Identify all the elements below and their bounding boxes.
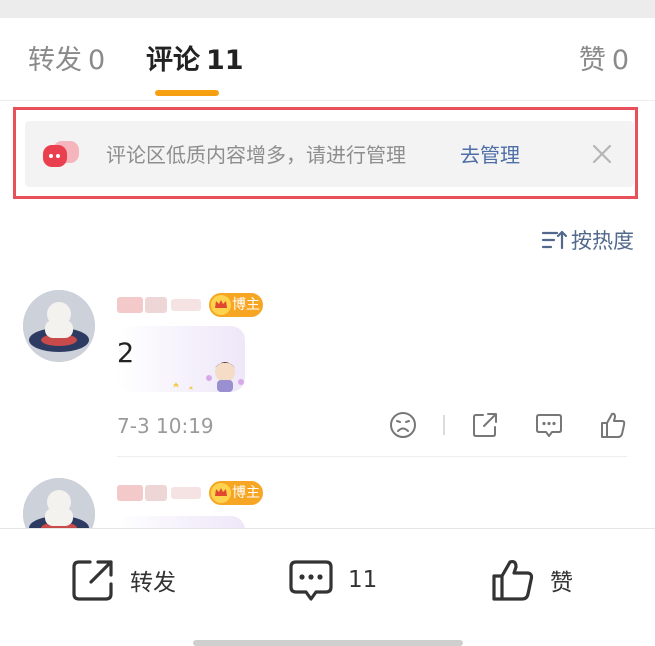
- tab-comments[interactable]: 评论 11: [146, 44, 244, 78]
- sort-icon: [541, 230, 567, 250]
- tab-likes-label: 赞: [578, 45, 606, 76]
- repost-button[interactable]: 转发: [70, 557, 176, 603]
- comment-icon[interactable]: [534, 410, 564, 440]
- tab-repost[interactable]: 转发 0: [28, 44, 105, 78]
- low-quality-notice: 评论区低质内容增多，请进行管理 去管理: [25, 121, 634, 187]
- tab-comments-count: 11: [206, 45, 244, 76]
- sort-label: 按热度: [571, 229, 634, 253]
- like-icon: [492, 559, 534, 601]
- comment-divider: [117, 456, 627, 457]
- tab-bar: 转发 0 评论 11 赞0: [0, 18, 655, 100]
- author-badge-label: 博主: [232, 485, 260, 501]
- comment-count: 11: [348, 567, 378, 593]
- comment-text: 2: [117, 338, 135, 369]
- comment-button[interactable]: 11: [288, 557, 377, 603]
- crown-icon: [211, 483, 231, 503]
- comment-item: 博主 2 7-3 10:19: [0, 290, 655, 460]
- author-badge: 博主: [209, 481, 263, 505]
- tab-comments-label: 评论: [146, 45, 200, 76]
- sad-face-icon[interactable]: [388, 410, 418, 440]
- comment-bubble-background: [117, 516, 245, 528]
- author-badge-label: 博主: [232, 297, 260, 313]
- comment-item: 博主: [0, 478, 655, 528]
- share-icon[interactable]: [470, 410, 500, 440]
- comment-timestamp: 7-3 10:19: [117, 414, 214, 438]
- like-button[interactable]: 赞: [490, 557, 573, 603]
- tabs-divider: [0, 100, 655, 101]
- active-tab-indicator: [155, 90, 219, 96]
- tab-repost-count: 0: [88, 45, 106, 76]
- avatar[interactable]: [23, 478, 95, 528]
- notice-text: 评论区低质内容增多，请进行管理: [106, 143, 406, 167]
- like-icon[interactable]: [598, 410, 628, 440]
- avatar[interactable]: [23, 290, 95, 362]
- sticker-decoration-icon: [173, 362, 244, 392]
- tab-likes-count: 0: [611, 45, 629, 76]
- like-label: 赞: [550, 570, 573, 596]
- home-indicator: [193, 640, 463, 646]
- sort-by-hot-button[interactable]: 按热度: [541, 225, 634, 255]
- author-badge: 博主: [209, 293, 263, 317]
- status-bar-strip: [0, 0, 655, 18]
- crown-icon: [211, 295, 231, 315]
- bottom-action-bar: 转发 11 赞: [0, 528, 655, 645]
- close-icon[interactable]: [588, 140, 616, 168]
- action-separator: [443, 415, 445, 435]
- comment-icon: [289, 560, 333, 601]
- blurred-username[interactable]: [117, 482, 203, 504]
- manage-link[interactable]: 去管理: [460, 141, 520, 169]
- tab-likes[interactable]: 赞0: [579, 44, 629, 78]
- share-icon: [72, 560, 113, 601]
- chat-bubbles-icon: [43, 141, 79, 167]
- blurred-username[interactable]: [117, 294, 203, 316]
- repost-label: 转发: [130, 570, 176, 596]
- tab-repost-label: 转发: [28, 45, 82, 76]
